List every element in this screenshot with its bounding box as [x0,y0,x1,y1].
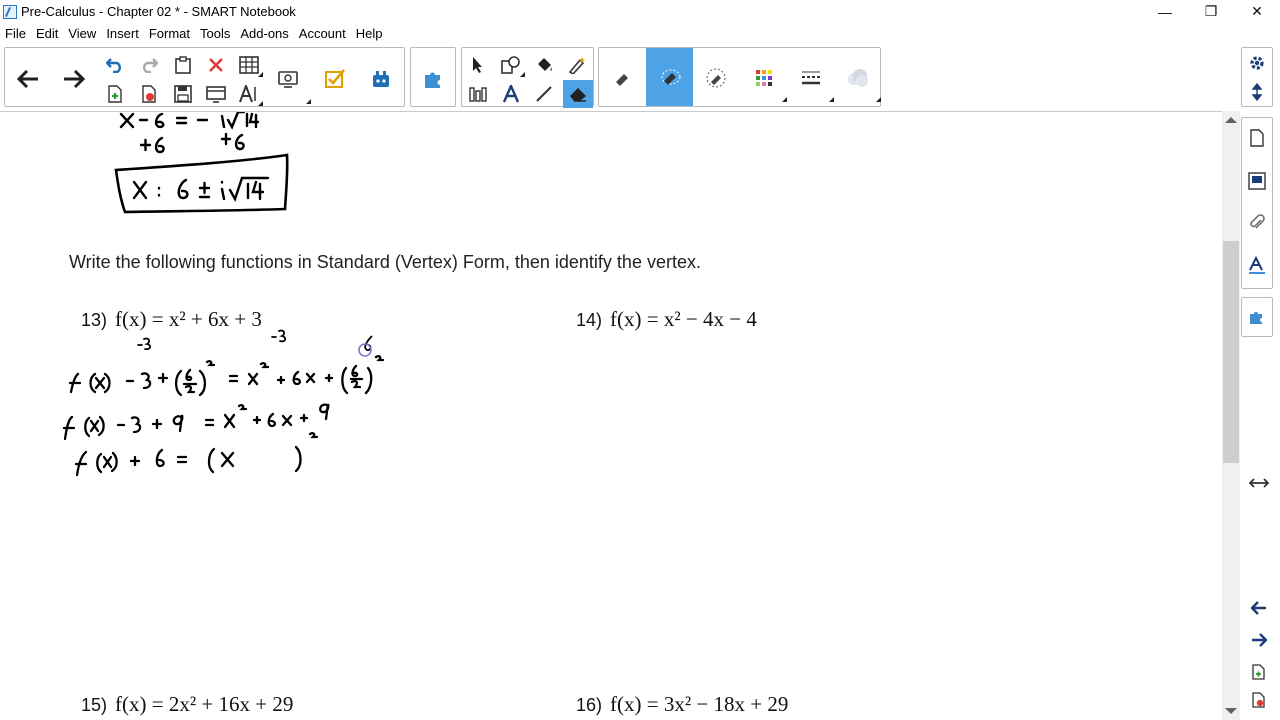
select-icon[interactable] [464,51,492,79]
window-controls: — ❐ ✕ [1142,0,1280,23]
vertical-scrollbar[interactable] [1222,111,1240,720]
shapes-icon[interactable] [497,51,525,79]
smart-notebook-window: Pre-Calculus - Chapter 02 * - SMART Note… [0,0,1280,720]
pen-small-icon[interactable] [604,58,642,98]
attachments-icon[interactable] [1242,208,1272,238]
problem-function: f(x) = 3x² − 18x + 29 [610,692,789,716]
delete-icon[interactable] [202,51,230,79]
smart-notebook-app-icon [3,4,17,19]
window-title: Pre-Calculus - Chapter 02 * - SMART Note… [21,4,296,19]
add-ons-icon[interactable] [364,62,398,96]
undo-icon[interactable] [101,51,129,79]
table-icon[interactable] [235,51,263,79]
document-camera-icon[interactable] [271,62,311,104]
main-toolbar [0,45,1280,109]
menu-format[interactable]: Format [149,26,190,41]
color-palette-icon[interactable] [745,58,787,102]
menu-bar: File Edit View Insert Format Tools Add-o… [0,23,1280,43]
redo-icon[interactable] [135,51,163,79]
forward-arrow-icon[interactable] [57,62,91,96]
side-settings-group [1241,47,1273,107]
back-arrow-icon[interactable] [11,62,45,96]
previous-page-icon[interactable] [1244,593,1274,623]
problem-number: 14) [576,310,603,330]
toolbar-group-tools [461,47,594,108]
close-window-button[interactable]: ✕ [1234,0,1280,23]
delete-page-icon[interactable] [135,80,163,108]
settings-icon[interactable] [1242,48,1272,78]
fill-effects-icon[interactable] [839,58,881,102]
menu-add-ons[interactable]: Add-ons [240,26,288,41]
swap-sides-icon[interactable] [1244,468,1274,498]
menu-file[interactable]: File [5,26,26,41]
side-addons-group [1241,297,1273,337]
problem-number: 16) [576,695,603,715]
magic-pen-icon[interactable] [563,51,591,79]
measurement-tools-icon[interactable] [464,80,492,108]
handwriting-strokes [62,112,385,477]
paste-icon[interactable] [169,51,197,79]
scroll-up-icon[interactable] [1225,117,1237,123]
text-font-icon[interactable] [235,80,263,108]
response-icon[interactable] [318,62,352,96]
pen-large-icon[interactable] [697,58,735,98]
title-bar: Pre-Calculus - Chapter 02 * - SMART Note… [0,0,1280,23]
menu-tools[interactable]: Tools [200,26,230,41]
fill-icon[interactable] [530,51,558,79]
menu-insert[interactable]: Insert [106,26,139,41]
add-page-icon[interactable] [101,80,129,108]
instruction-text: Write the following functions in Standar… [69,252,701,272]
notebook-page-canvas[interactable]: Write the following functions in Standar… [0,111,1222,720]
side-tabs-group [1241,117,1273,289]
scroll-down-icon[interactable] [1225,708,1237,714]
problem-14: 14) f(x) = x² − 4x − 4 [576,307,757,332]
page-sorter-icon[interactable] [1242,123,1272,153]
problem-function: f(x) = 2x² + 16x + 29 [115,692,294,716]
gallery-icon[interactable] [1242,166,1272,196]
toolbar-group-lab [410,47,456,107]
line-style-icon[interactable] [792,58,834,102]
side-tab-bar [1240,45,1280,720]
restore-button[interactable]: ❐ [1188,0,1234,23]
problem-function: f(x) = x² + 6x + 3 [115,307,262,331]
properties-icon[interactable] [1242,250,1272,280]
eraser-icon[interactable] [563,80,593,108]
toolbar-group-page [4,47,405,107]
toolbar-group-properties [598,47,881,107]
problem-13: 13) f(x) = x² + 6x + 3 [81,307,262,332]
menu-help[interactable]: Help [356,26,383,41]
save-icon[interactable] [169,80,197,108]
scrollbar-thumb[interactable] [1223,241,1239,463]
text-icon[interactable] [497,80,525,108]
add-ons-tab-icon[interactable] [1242,302,1272,332]
menu-view[interactable]: View [68,26,96,41]
collapse-toolbar-icon[interactable] [1242,77,1272,107]
menu-edit[interactable]: Edit [36,26,58,41]
add-page-icon[interactable] [1244,657,1274,687]
problem-number: 13) [81,310,108,330]
problem-function: f(x) = x² − 4x − 4 [610,307,757,331]
problem-number: 15) [81,695,108,715]
minimize-button[interactable]: — [1142,0,1188,23]
pen-medium-icon[interactable] [646,48,693,106]
problem-15: 15) f(x) = 2x² + 16x + 29 [81,692,293,717]
next-page-icon[interactable] [1244,625,1274,655]
problem-16: 16) f(x) = 3x² − 18x + 29 [576,692,788,717]
puzzle-icon[interactable] [416,62,450,96]
screen-shade-icon[interactable] [202,80,230,108]
line-icon[interactable] [530,80,558,108]
menu-account[interactable]: Account [299,26,346,41]
delete-page-icon[interactable] [1244,685,1274,715]
